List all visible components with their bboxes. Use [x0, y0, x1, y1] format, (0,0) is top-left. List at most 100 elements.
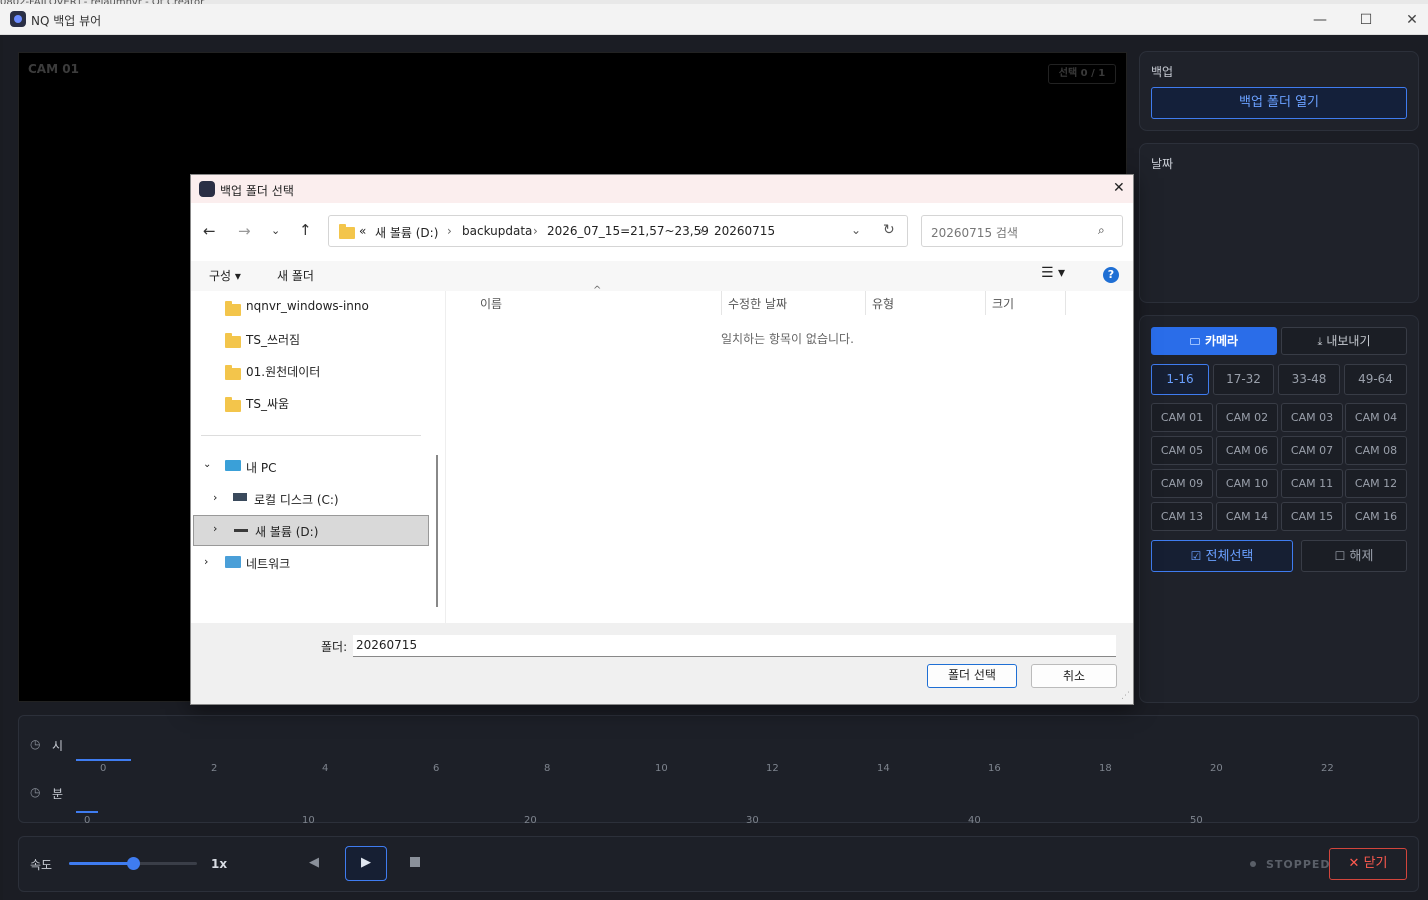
pc-icon [225, 460, 241, 471]
column-header-type[interactable]: 유형 [872, 295, 894, 312]
select-folder-button[interactable]: 폴더 선택 [927, 664, 1017, 688]
folder-name-input[interactable]: 20260715 [353, 635, 1116, 657]
nav-divider [201, 435, 421, 436]
minute-tick-label: 10 [302, 815, 315, 826]
group-button[interactable]: 1-16 [1151, 364, 1209, 395]
hour-tick-label: 22 [1321, 763, 1334, 774]
status-text: STOPPED [1266, 858, 1331, 871]
camera-button[interactable]: CAM 14 [1216, 502, 1278, 531]
speed-slider-fill [69, 862, 133, 865]
camera-button[interactable]: CAM 02 [1216, 403, 1278, 432]
folder-name-value[interactable]: 20260715 [356, 638, 417, 652]
app-icon [10, 11, 26, 27]
tab-camera[interactable]: 카메라 [1151, 327, 1277, 355]
forward-arrow-icon[interactable]: → [238, 222, 251, 240]
nav-scrollbar[interactable] [436, 455, 438, 607]
breadcrumb-item[interactable]: 새 볼륨 (D:) [375, 224, 438, 241]
title-bar: NQ 백업 뷰어 — ☐ ✕ [0, 4, 1428, 35]
stop-button[interactable] [410, 857, 420, 867]
camera-button[interactable]: CAM 10 [1216, 469, 1278, 498]
breadcrumb-separator-icon: › [447, 224, 452, 238]
close-window-button[interactable]: ✕ [1402, 10, 1422, 30]
speed-value: 1x [211, 857, 228, 871]
breadcrumb-item[interactable]: backupdata [462, 224, 532, 238]
organize-button[interactable]: 구성 ▾ [209, 267, 241, 284]
expand-chevron-icon[interactable]: › [213, 522, 217, 535]
camera-button[interactable]: CAM 09 [1151, 469, 1213, 498]
new-folder-button[interactable]: 새 폴더 [277, 267, 314, 284]
prev-frame-button[interactable]: ◀ [309, 855, 319, 870]
camera-button[interactable]: CAM 03 [1281, 403, 1343, 432]
camera-button[interactable]: CAM 06 [1216, 436, 1278, 465]
address-dropdown-chevron-icon[interactable]: ⌄ [851, 223, 861, 237]
tab-export[interactable]: ⤓ 내보내기 [1281, 327, 1407, 355]
deselect-label: 해제 [1349, 549, 1374, 564]
folder-field-label: 폴더: [321, 640, 348, 654]
timeline-panel[interactable] [18, 715, 1419, 823]
camera-button[interactable]: CAM 08 [1345, 436, 1407, 465]
tree-item-drive-c[interactable]: 로컬 디스크 (C:) [254, 491, 339, 508]
group-button[interactable]: 17-32 [1213, 364, 1274, 395]
tree-item-network[interactable]: 네트워크 [246, 555, 290, 572]
back-arrow-icon[interactable]: ← [203, 222, 216, 240]
dialog-title-bar: 백업 폴더 선택 ✕ [191, 175, 1133, 203]
dialog-close-icon[interactable]: ✕ [1113, 180, 1125, 196]
cancel-button[interactable]: 취소 [1031, 664, 1117, 688]
camera-button[interactable]: CAM 12 [1345, 469, 1407, 498]
tree-item-folder[interactable]: nqnvr_windows-inno [246, 299, 369, 313]
close-button[interactable]: ✕ 닫기 [1329, 848, 1407, 880]
refresh-icon[interactable]: ↻ [883, 222, 895, 238]
camera-button[interactable]: CAM 13 [1151, 502, 1213, 531]
close-button-label: 닫기 [1363, 856, 1388, 871]
tree-item-folder[interactable]: TS_싸움 [246, 395, 289, 412]
expand-chevron-icon[interactable]: ⌄ [203, 459, 211, 470]
clock-icon: ◷ [30, 785, 41, 799]
speed-slider-handle[interactable] [127, 857, 140, 870]
close-icon: ✕ [1348, 856, 1360, 871]
camera-button[interactable]: CAM 15 [1281, 502, 1343, 531]
window-title: NQ 백업 뷰어 [31, 14, 102, 28]
column-header-name[interactable]: 이름 [480, 295, 502, 312]
breadcrumb-item[interactable]: 2026_07_15=21,57~23,59 [547, 224, 709, 238]
search-icon[interactable]: ⌕ [1098, 223, 1105, 238]
camera-button[interactable]: CAM 11 [1281, 469, 1343, 498]
column-header-modified[interactable]: 수정한 날짜 [728, 295, 787, 312]
camera-button[interactable]: CAM 01 [1151, 403, 1213, 432]
folder-icon [225, 365, 241, 380]
search-placeholder[interactable]: 20260715 검색 [931, 224, 1018, 241]
tree-item-pc[interactable]: 내 PC [246, 459, 276, 476]
tree-item-folder[interactable]: TS_쓰러짐 [246, 331, 300, 348]
deselect-button[interactable]: ☐ 해제 [1301, 540, 1407, 572]
minute-tick-label: 0 [84, 815, 91, 826]
resize-grip-icon[interactable]: ⋰ [1121, 691, 1130, 701]
column-header-size[interactable]: 크기 [992, 295, 1014, 312]
help-icon[interactable]: ? [1103, 267, 1119, 283]
drive-icon [234, 529, 248, 532]
speed-slider[interactable] [69, 857, 197, 870]
expand-chevron-icon[interactable]: › [204, 555, 208, 568]
breadcrumb-separator-icon: › [699, 224, 704, 238]
play-button[interactable]: ▶ [345, 846, 387, 881]
recent-locations-chevron-icon[interactable]: ⌄ [271, 224, 280, 237]
breadcrumb-overflow[interactable]: « [359, 224, 366, 238]
minute-label: 분 [52, 787, 64, 801]
group-button[interactable]: 49-64 [1344, 364, 1407, 395]
maximize-button[interactable]: ☐ [1356, 10, 1376, 30]
view-options-icon[interactable]: ☰ ▾ [1041, 265, 1065, 281]
minimize-button[interactable]: — [1310, 10, 1330, 30]
group-button[interactable]: 33-48 [1278, 364, 1340, 395]
search-box[interactable]: 20260715 검색 ⌕ [921, 215, 1123, 247]
camera-button[interactable]: CAM 05 [1151, 436, 1213, 465]
address-bar[interactable]: « 새 볼륨 (D:) › backupdata › 2026_07_15=21… [328, 215, 908, 247]
date-label: 날짜 [1151, 157, 1174, 171]
open-backup-folder-button[interactable]: 백업 폴더 열기 [1151, 87, 1407, 119]
up-arrow-icon[interactable]: ↑ [299, 221, 312, 239]
camera-button[interactable]: CAM 04 [1345, 403, 1407, 432]
camera-button[interactable]: CAM 16 [1345, 502, 1407, 531]
select-all-button[interactable]: ☑ 전체선택 [1151, 540, 1293, 572]
tree-item-drive-d[interactable]: › 새 볼륨 (D:) [193, 515, 429, 546]
tree-item-folder[interactable]: 01.원천데이터 [246, 363, 320, 380]
camera-button[interactable]: CAM 07 [1281, 436, 1343, 465]
breadcrumb-item[interactable]: 20260715 [714, 224, 775, 238]
expand-chevron-icon[interactable]: › [213, 491, 217, 504]
